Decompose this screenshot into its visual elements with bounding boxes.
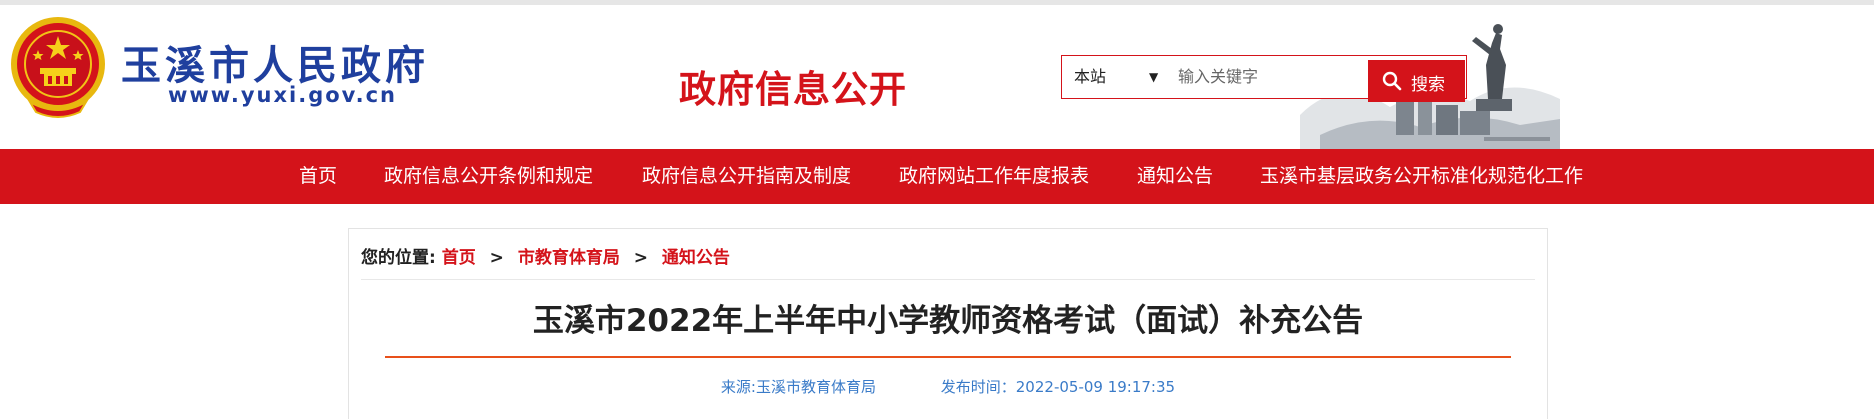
search-input[interactable] [1178,62,1348,90]
nav-item-notices[interactable]: 通知公告 [1137,149,1213,204]
nav-item-regulations[interactable]: 政府信息公开条例和规定 [384,149,593,204]
site-url: www.yuxi.gov.cn [168,83,398,107]
breadcrumb-prefix: 您的位置: [361,248,436,268]
breadcrumb-separator: > [633,248,648,268]
national-emblem-icon [11,17,105,118]
search-scope-label: 本站 [1074,67,1107,86]
article-source: 来源:玉溪市教育体育局 [720,378,876,396]
breadcrumb-notices[interactable]: 通知公告 [662,248,730,268]
title-divider [385,356,1511,358]
search-icon [1382,71,1402,91]
article-title: 玉溪市2022年上半年中小学教师资格考试（面试）补充公告 [532,303,1364,339]
breadcrumb-home[interactable]: 首页 [442,248,476,268]
chevron-down-icon: ▼ [1149,70,1159,84]
breadcrumb-divider [361,279,1535,280]
nav-item-home[interactable]: 首页 [299,149,337,204]
breadcrumb-separator: > [489,248,504,268]
breadcrumb: 您的位置: 首页 > 市教育体育局 > 通知公告 [361,243,730,268]
search-scope-select[interactable]: 本站 ▼ [1062,56,1167,98]
search-button-label: 搜索 [1411,75,1445,95]
main-nav: 首页 政府信息公开条例和规定 政府信息公开指南及制度 政府网站工作年度报表 通知… [0,149,1874,204]
search-button[interactable]: 搜索 [1368,60,1465,102]
breadcrumb-education-bureau[interactable]: 市教育体育局 [518,248,620,268]
content-panel: 您的位置: 首页 > 市教育体育局 > 通知公告 玉溪市2022年上半年中小学教… [348,228,1548,419]
site-header: 玉溪市人民政府 www.yuxi.gov.cn 政府信息公开 本站 ▼ 输入关键… [0,5,1874,151]
nav-item-annual-report[interactable]: 政府网站工作年度报表 [899,149,1089,204]
nav-item-guide[interactable]: 政府信息公开指南及制度 [642,149,851,204]
nav-item-standardization[interactable]: 玉溪市基层政务公开标准化规范化工作 [1260,149,1583,204]
article-publish-time: 发布时间：2022-05-09 19:17:35 [940,378,1176,396]
article-meta: 来源:玉溪市教育体育局 发布时间：2022-05-09 19:17:35 [349,376,1547,397]
portal-title: 政府信息公开 [679,68,907,111]
